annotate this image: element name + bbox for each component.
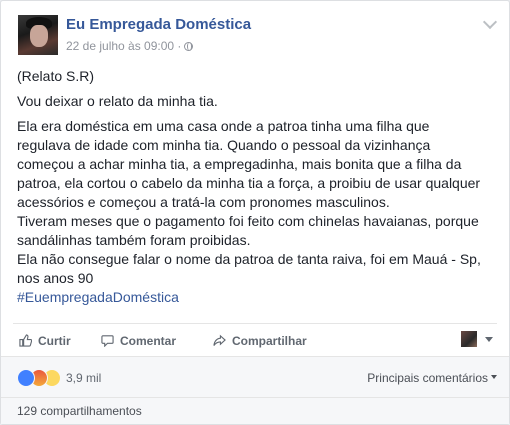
post-paragraph: Vou deixar o relato da minha tia.	[17, 93, 218, 109]
hashtag-link[interactable]: #EuempregadaDoméstica	[17, 288, 501, 307]
post-timestamp[interactable]: 22 de julho às 09:00 ·	[66, 39, 181, 53]
comment-button[interactable]: Comentar	[101, 331, 176, 351]
share-label: Compartilhar	[232, 334, 307, 348]
chevron-down-icon[interactable]	[482, 14, 498, 30]
shares-count-link[interactable]: 129 compartilhamentos	[17, 404, 142, 418]
post-meta: 22 de julho às 09:00 ·	[66, 39, 194, 53]
share-button[interactable]: Compartilhar	[213, 331, 307, 351]
viewer-avatar[interactable]	[461, 331, 477, 347]
post-header: Eu Empregada Doméstica 22 de julho às 09…	[13, 13, 498, 57]
caret-down-icon[interactable]	[485, 337, 493, 342]
caret-down-icon	[491, 375, 497, 379]
thumbs-up-icon	[19, 334, 32, 347]
like-label: Curtir	[38, 334, 71, 348]
like-icon[interactable]	[17, 369, 35, 387]
post-paragraph: (Relato S.R)	[17, 68, 95, 84]
share-icon	[213, 334, 226, 346]
comment-sort-dropdown[interactable]: Principais comentários	[367, 369, 497, 387]
comment-label: Comentar	[120, 334, 177, 348]
divider	[13, 323, 497, 324]
comment-sort-label: Principais comentários	[367, 371, 488, 385]
post-card: Eu Empregada Doméstica 22 de julho às 09…	[0, 0, 510, 425]
reaction-count[interactable]: 3,9 mil	[66, 369, 101, 387]
post-paragraph: Ela era doméstica em uma casa onde a pat…	[17, 118, 481, 286]
page-name-link[interactable]: Eu Empregada Doméstica	[66, 16, 251, 33]
reactions-bar: 3,9 mil Principais comentários	[1, 357, 509, 397]
page-avatar[interactable]	[18, 15, 58, 55]
comment-icon	[101, 335, 114, 347]
post-body: (Relato S.R) Vou deixar o relato da minh…	[17, 67, 501, 307]
action-bar: Curtir Comentar Compartilhar	[13, 327, 497, 355]
globe-icon	[184, 42, 194, 51]
avatar-face	[30, 25, 48, 47]
like-button[interactable]: Curtir	[19, 331, 71, 351]
shares-bar: 129 compartilhamentos	[1, 398, 509, 424]
